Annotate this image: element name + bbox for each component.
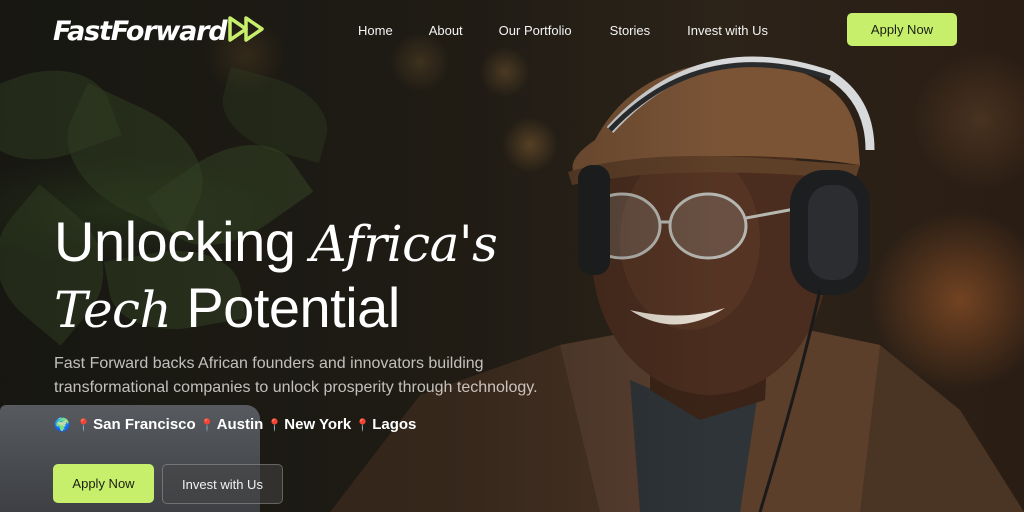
headline-word-potential: Potential [171,276,400,339]
location-lagos: Lagos [372,416,417,433]
nav-apply-now-button[interactable]: Apply Now [847,13,957,46]
nav-link-about[interactable]: About [429,23,463,38]
location-pin-icon: 📍 [267,417,283,432]
headline-line-2: Tech Potential [54,276,574,342]
headline-line-1: Unlocking Africa's [54,210,574,276]
location-pin-icon: 📍 [199,417,215,432]
headline-word-tech: Tech [54,281,172,339]
hero-subtitle: Fast Forward backs African founders and … [54,355,538,396]
nav-link-our-portfolio[interactable]: Our Portfolio [499,23,572,38]
headline-word-africas: Africa's [310,215,498,273]
hero-headline: Unlocking Africa's Tech Potential [54,210,574,342]
hero-apply-now-button[interactable]: Apply Now [53,464,154,503]
location-pin-icon: 📍 [355,417,371,432]
office-locations: 🌍 📍 San Francisco 📍 Austin 📍 New York 📍 Lago… [54,416,416,433]
headline-word-unlocking: Unlocking [54,210,311,273]
nav-link-invest-with-us[interactable]: Invest with Us [687,23,768,38]
brand-logo[interactable]: FastForward [53,14,270,49]
nav-link-home[interactable]: Home [358,23,393,38]
location-san-francisco: San Francisco [93,416,196,433]
location-austin: Austin [216,416,264,433]
logo-text: FastForward [53,16,228,47]
fast-forward-icon [228,14,270,49]
nav-links: Home About Our Portfolio Stories Invest … [358,23,768,38]
location-new-york: New York [284,416,352,433]
nav-link-stories[interactable]: Stories [610,23,650,38]
location-pin-icon: 📍 [76,417,92,432]
hero-actions: Apply Now Invest with Us [53,464,283,504]
globe-icon: 🌍 [54,416,71,432]
top-navigation: FastForward Home About Our Portfolio Sto… [0,0,1024,60]
hero-invest-with-us-button[interactable]: Invest with Us [162,464,283,504]
